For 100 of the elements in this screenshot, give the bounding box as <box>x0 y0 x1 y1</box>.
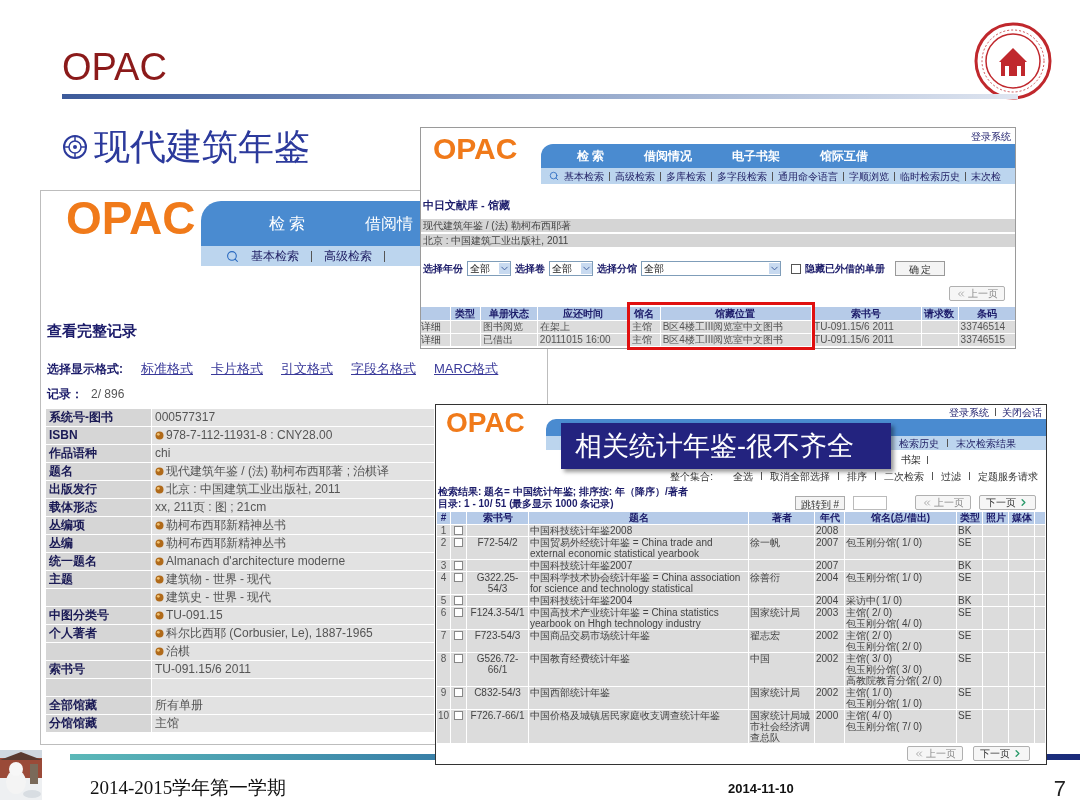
chevron-down-icon <box>769 263 780 274</box>
row-number: 8 <box>440 653 447 664</box>
table-cell: 国家统计局 <box>750 607 800 618</box>
callout-label: 相关统计年鉴-很不齐全 <box>561 423 891 469</box>
next-page-button[interactable]: 下一页 <box>979 495 1036 510</box>
row-number: 6 <box>440 607 447 618</box>
nav-link[interactable]: 基本检索 <box>564 168 604 184</box>
confirm-button[interactable]: 确 定 <box>895 261 945 276</box>
field-value: TU-091.15/6 2011 <box>155 661 251 678</box>
bullet-icon <box>155 520 164 530</box>
set-action-link[interactable]: 取消全部选择 <box>770 468 830 484</box>
format-link[interactable]: 字段名格式 <box>351 359 416 379</box>
next-page-button[interactable]: 下一页 <box>973 746 1030 761</box>
field-label-cell: 系统号-图书 <box>46 408 151 426</box>
format-link[interactable]: MARC格式 <box>434 359 499 379</box>
previous-page-button[interactable]: 上一页 <box>949 286 1005 301</box>
nav-link[interactable]: 检索历史 <box>899 435 939 451</box>
field-value[interactable]: 978-7-112-11931-8 : CNY28.00 <box>166 426 333 444</box>
nav-tab[interactable]: 检 索 <box>269 211 306 236</box>
set-action-link[interactable]: 过滤 <box>941 468 961 484</box>
nav-link[interactable]: 多字段检索 <box>717 168 767 184</box>
nav-link[interactable]: 高级检索 <box>324 247 372 265</box>
field-value[interactable]: TU-091.15 <box>166 606 223 624</box>
table-cell: 中国贸易外经统计年鉴 = China trade and external economic statistical yearbook <box>530 537 713 559</box>
toolbar-link[interactable]: 书架 <box>901 452 921 467</box>
checkbox[interactable] <box>791 263 801 274</box>
set-action-link[interactable]: 排序 <box>847 468 867 484</box>
bullet-icon <box>155 646 164 656</box>
table-cell: 国家统计局 <box>750 687 800 698</box>
table-cell: 包玉刚分馆( 1/ 0) <box>846 537 923 548</box>
nav-link[interactable]: 末次检 <box>971 168 1001 184</box>
format-link[interactable]: 卡片格式 <box>211 359 263 379</box>
table-cell: 主馆 <box>631 321 652 332</box>
filter-select[interactable]: 全部 <box>549 261 593 276</box>
set-action-link[interactable]: 二次检索 <box>884 468 924 484</box>
field-value[interactable]: 科尔比西耶 (Corbusier, Le), 1887-1965 <box>166 624 373 642</box>
checkbox[interactable] <box>454 526 463 535</box>
checkbox[interactable] <box>454 538 463 547</box>
checkbox[interactable] <box>454 711 463 720</box>
nav-tab[interactable]: 借阅情 <box>365 211 414 236</box>
checkbox[interactable] <box>454 654 463 663</box>
field-value[interactable]: 建筑史 - 世界 - 现代 <box>166 588 272 606</box>
nav-link[interactable]: 末次检索结果 <box>956 435 1016 451</box>
table-cell: TU-091.15/6 2011 <box>814 321 894 332</box>
format-link[interactable]: 引文格式 <box>281 359 333 379</box>
detail-link[interactable]: 详细 <box>421 321 449 333</box>
previous-page-button[interactable]: 上一页 <box>907 746 963 761</box>
nav-tab[interactable]: 电子书架 <box>732 147 781 165</box>
table-cell: 中国商品交易市场统计年鉴 <box>530 630 650 641</box>
nav-tab[interactable]: 检 索 <box>577 147 605 165</box>
field-value[interactable]: Almanach d'architecture moderne <box>166 552 346 570</box>
nav-tab[interactable]: 借阅情况 <box>644 147 693 165</box>
filter-select[interactable]: 全部 <box>641 261 781 276</box>
format-label: 选择显示格式: <box>47 360 123 378</box>
table-cell: 33746515 <box>960 334 1006 345</box>
bullet-icon <box>155 628 164 638</box>
table-cell: 中国科技统计年鉴2004 <box>530 595 633 606</box>
nav-link[interactable]: 通用命令语言 <box>778 168 838 184</box>
row-number: 7 <box>440 630 447 641</box>
detail-link[interactable]: 详细 <box>421 334 449 346</box>
search-icon <box>226 249 239 263</box>
checkbox[interactable] <box>454 561 463 570</box>
nav-tab[interactable]: 馆际互借 <box>820 147 869 165</box>
record-count: 2/ 896 <box>91 385 125 403</box>
field-value[interactable]: 建筑物 - 世界 - 现代 <box>166 570 272 588</box>
field-value[interactable]: 北京 : 中国建筑工业出版社, 2011 <box>166 480 341 498</box>
checkbox[interactable] <box>454 631 463 640</box>
table-cell: G322.25-54/3 <box>476 572 519 594</box>
result-summary: 检索结果: 题名= 中国统计年鉴; 排序按: 年（降序）/著者 <box>438 486 688 498</box>
nav-link[interactable]: 临时检索历史 <box>900 168 960 184</box>
field-value[interactable]: 现代建筑年鉴 / (法) 勒柯布西耶著 ; 治棋译 <box>166 462 390 480</box>
checkbox[interactable] <box>454 573 463 582</box>
opac-logo: OPAC <box>66 192 196 244</box>
filter-select[interactable]: 全部 <box>467 261 511 276</box>
field-value[interactable]: 勒柯布西耶新精神丛书 <box>166 516 286 534</box>
field-value[interactable]: 治棋 <box>166 642 190 660</box>
table-cell: 2007 <box>816 560 839 571</box>
checkbox[interactable] <box>454 608 463 617</box>
checkbox[interactable] <box>454 596 463 605</box>
previous-page-button[interactable]: 上一页 <box>915 495 971 510</box>
field-label-cell: 分馆馆藏 <box>46 714 151 732</box>
table-cell: SE <box>958 607 972 618</box>
table-cell: BK <box>958 560 972 571</box>
nav-link[interactable]: 基本检索 <box>251 247 299 265</box>
checkbox[interactable] <box>454 688 463 697</box>
term-text: 2014-2015学年第一学期 <box>90 776 287 801</box>
nav-link[interactable]: 字顺浏览 <box>849 168 889 184</box>
format-link[interactable]: 标准格式 <box>141 359 193 379</box>
jump-button[interactable]: 跳转到 # <box>794 495 845 510</box>
page-number-field[interactable] <box>853 495 887 510</box>
table-cell: F723-54/3 <box>474 630 521 641</box>
nav-link[interactable]: 高级检索 <box>615 168 655 184</box>
header-link[interactable]: 关闭会话 <box>1002 405 1042 420</box>
header-link[interactable]: 登录系统 <box>949 405 989 420</box>
login-link[interactable]: 登录系统 <box>971 128 1011 144</box>
row-number: 10 <box>437 710 450 721</box>
field-value[interactable]: 勒柯布西耶新精神丛书 <box>166 534 286 552</box>
set-action-link[interactable]: 全选 <box>733 468 753 484</box>
nav-link[interactable]: 多库检索 <box>666 168 706 184</box>
set-action-link[interactable]: 定题服务请求 <box>978 468 1038 484</box>
